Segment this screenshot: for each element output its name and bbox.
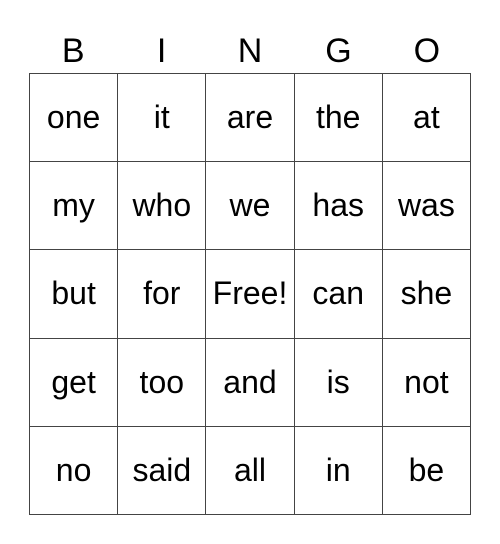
bingo-cell[interactable]: my bbox=[30, 162, 119, 251]
bingo-cell[interactable]: not bbox=[382, 338, 471, 427]
bingo-cell[interactable]: and bbox=[206, 338, 295, 427]
bingo-cell[interactable]: too bbox=[118, 338, 207, 427]
bingo-cell[interactable]: for bbox=[118, 250, 207, 339]
header-letter: B bbox=[61, 32, 85, 70]
free-space-cell[interactable]: Free! bbox=[206, 250, 295, 339]
bingo-cell[interactable]: in bbox=[294, 426, 383, 515]
bingo-cell[interactable]: at bbox=[382, 74, 471, 163]
bingo-cell[interactable]: the bbox=[294, 74, 383, 163]
bingo-cell[interactable]: said bbox=[118, 426, 207, 515]
bingo-cell[interactable]: are bbox=[206, 74, 295, 163]
bingo-cell[interactable]: it bbox=[118, 74, 207, 163]
bingo-cell[interactable]: one bbox=[30, 74, 119, 163]
header-letter: O bbox=[413, 32, 441, 70]
bingo-cell[interactable]: be bbox=[382, 426, 471, 515]
bingo-cell[interactable]: has bbox=[294, 162, 383, 251]
bingo-cell[interactable]: all bbox=[206, 426, 295, 515]
header-letter: N bbox=[237, 32, 263, 70]
bingo-cell[interactable]: is bbox=[294, 338, 383, 427]
bingo-cell[interactable]: we bbox=[206, 162, 295, 251]
bingo-cell[interactable]: but bbox=[30, 250, 119, 339]
header-letter: G bbox=[325, 32, 352, 70]
bingo-cell[interactable]: get bbox=[30, 338, 119, 427]
bingo-cell[interactable]: can bbox=[294, 250, 383, 339]
bingo-header: B I N G O bbox=[29, 30, 471, 73]
bingo-grid: one it are the at my who we has was but … bbox=[29, 73, 471, 515]
bingo-cell[interactable]: who bbox=[118, 162, 207, 251]
bingo-cell[interactable]: was bbox=[382, 162, 471, 251]
bingo-cell[interactable]: she bbox=[382, 250, 471, 339]
header-letter: I bbox=[156, 32, 167, 70]
bingo-cell[interactable]: no bbox=[30, 426, 119, 515]
